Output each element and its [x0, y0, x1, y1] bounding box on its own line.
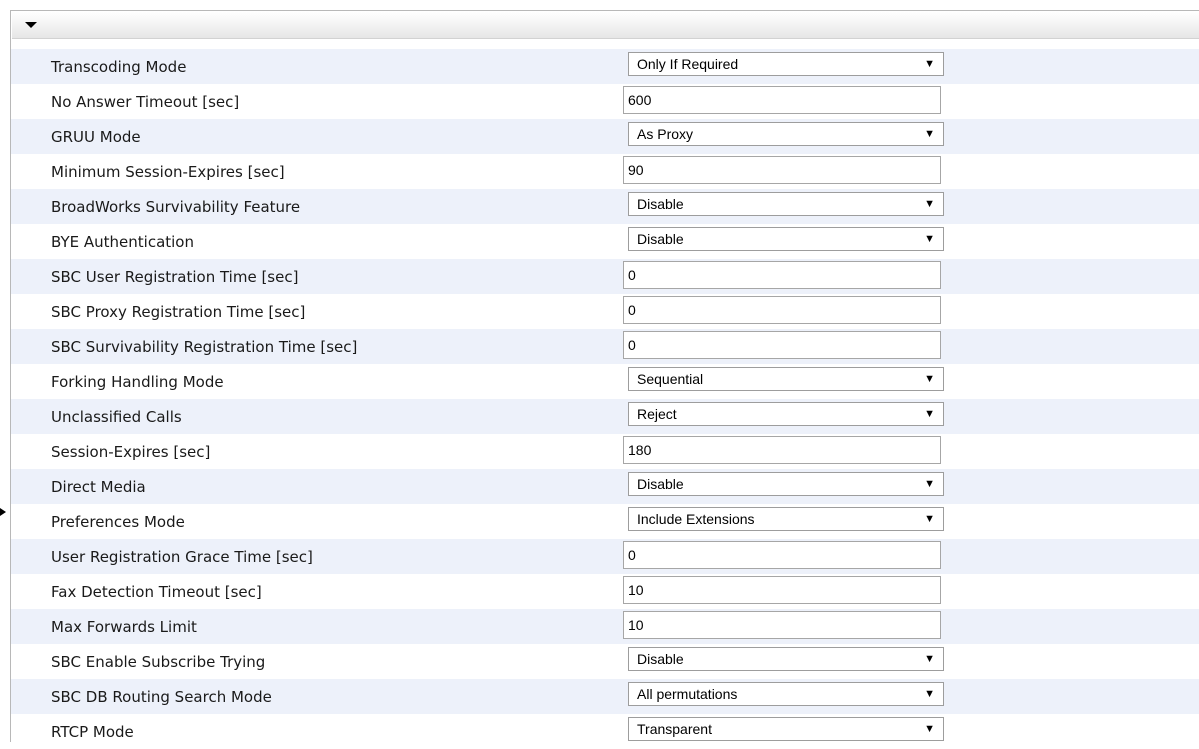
dropdown-arrow-icon: ▼ [924, 478, 935, 490]
setting-label: Fax Detection Timeout [sec] [51, 583, 262, 601]
settings-row: RTCP Mode Transparent ▼ [11, 714, 1199, 749]
setting-label: SBC Proxy Registration Time [sec] [51, 303, 306, 321]
collapse-triangle-icon[interactable] [25, 22, 37, 28]
dropdown-arrow-icon: ▼ [924, 233, 935, 245]
setting-select[interactable]: Disable ▼ [628, 647, 944, 671]
setting-select[interactable]: Disable ▼ [628, 472, 944, 496]
settings-row: BYE Authentication Disable ▼ [11, 224, 1199, 259]
select-value: Disable [637, 231, 684, 247]
setting-label: Max Forwards Limit [51, 618, 197, 636]
settings-row: SBC Survivability Registration Time [sec… [11, 329, 1199, 364]
setting-label: SBC Enable Subscribe Trying [51, 653, 266, 671]
settings-row: SBC DB Routing Search Mode All permutatio… [11, 679, 1199, 714]
setting-select[interactable]: Reject ▼ [628, 402, 944, 426]
dropdown-arrow-icon: ▼ [924, 373, 935, 385]
settings-row: No Answer Timeout [sec] [11, 84, 1199, 119]
setting-label: Unclassified Calls [51, 408, 182, 426]
settings-row: SBC User Registration Time [sec] [11, 259, 1199, 294]
setting-select[interactable]: As Proxy ▼ [628, 122, 944, 146]
settings-panel: Transcoding Mode Only If Required ▼ No Answ… [10, 10, 1199, 742]
section-header [12, 12, 1199, 39]
setting-select[interactable]: Include Extensions ▼ [628, 507, 944, 531]
settings-row: Unclassified Calls Reject ▼ [11, 399, 1199, 434]
dropdown-arrow-icon: ▼ [924, 653, 935, 665]
dropdown-arrow-icon: ▼ [924, 723, 935, 735]
setting-select[interactable]: Sequential ▼ [628, 367, 944, 391]
setting-input[interactable] [623, 576, 941, 604]
setting-select[interactable]: Only If Required ▼ [628, 52, 944, 76]
setting-label: Session-Expires [sec] [51, 443, 211, 461]
setting-select[interactable]: Disable ▼ [628, 192, 944, 216]
select-value: Disable [637, 196, 684, 212]
setting-label: Direct Media [51, 478, 146, 496]
select-value: All permutations [637, 686, 738, 702]
settings-row: SBC Proxy Registration Time [sec] [11, 294, 1199, 329]
select-value: Transparent [637, 721, 712, 737]
setting-label: Transcoding Mode [51, 58, 187, 76]
select-value: Only If Required [637, 56, 739, 72]
select-value: As Proxy [637, 126, 694, 142]
setting-label: User Registration Grace Time [sec] [51, 548, 313, 566]
dropdown-arrow-icon: ▼ [924, 128, 935, 140]
settings-row: Direct Media Disable ▼ [11, 469, 1199, 504]
settings-rows: Transcoding Mode Only If Required ▼ No Answ… [11, 49, 1199, 749]
settings-row: GRUU Mode As Proxy ▼ [11, 119, 1199, 154]
setting-label: BYE Authentication [51, 233, 194, 251]
select-value: Disable [637, 476, 684, 492]
settings-row: User Registration Grace Time [sec] [11, 539, 1199, 574]
settings-row: Session-Expires [sec] [11, 434, 1199, 469]
setting-input[interactable] [623, 541, 941, 569]
select-value: Sequential [637, 371, 704, 387]
select-value: Reject [637, 406, 677, 422]
setting-label: SBC Survivability Registration Time [sec… [51, 338, 358, 356]
setting-select[interactable]: All permutations ▼ [628, 682, 944, 706]
setting-label: Minimum Session-Expires [sec] [51, 163, 285, 181]
setting-label: No Answer Timeout [sec] [51, 93, 240, 111]
setting-label: Preferences Mode [51, 513, 185, 531]
select-value: Disable [637, 651, 684, 667]
setting-select[interactable]: Transparent ▼ [628, 717, 944, 741]
dropdown-arrow-icon: ▼ [924, 408, 935, 420]
setting-label: SBC DB Routing Search Mode [51, 688, 272, 706]
settings-row: Max Forwards Limit [11, 609, 1199, 644]
setting-input[interactable] [623, 156, 941, 184]
setting-label: RTCP Mode [51, 723, 134, 741]
settings-row: BroadWorks Survivability Feature Disable ▼ [11, 189, 1199, 224]
select-value: Include Extensions [637, 511, 755, 527]
setting-label: GRUU Mode [51, 128, 141, 146]
dropdown-arrow-icon: ▼ [924, 58, 935, 70]
setting-select[interactable]: Disable ▼ [628, 227, 944, 251]
setting-input[interactable] [623, 261, 941, 289]
setting-label: SBC User Registration Time [sec] [51, 268, 299, 286]
setting-label: BroadWorks Survivability Feature [51, 198, 301, 216]
dropdown-arrow-icon: ▼ [924, 198, 935, 210]
settings-row: Preferences Mode Include Extensions ▼ [11, 504, 1199, 539]
settings-row: Fax Detection Timeout [sec] [11, 574, 1199, 609]
setting-input[interactable] [623, 331, 941, 359]
settings-row: Minimum Session-Expires [sec] [11, 154, 1199, 189]
setting-input[interactable] [623, 296, 941, 324]
setting-input[interactable] [623, 436, 941, 464]
settings-row: Transcoding Mode Only If Required ▼ [11, 49, 1199, 84]
dropdown-arrow-icon: ▼ [924, 688, 935, 700]
row-pointer-arrow-icon [0, 508, 6, 516]
settings-row: Forking Handling Mode Sequential ▼ [11, 364, 1199, 399]
setting-input[interactable] [623, 611, 941, 639]
settings-row: SBC Enable Subscribe Trying Disable ▼ [11, 644, 1199, 679]
setting-input[interactable] [623, 86, 941, 114]
dropdown-arrow-icon: ▼ [924, 513, 935, 525]
setting-label: Forking Handling Mode [51, 373, 224, 391]
